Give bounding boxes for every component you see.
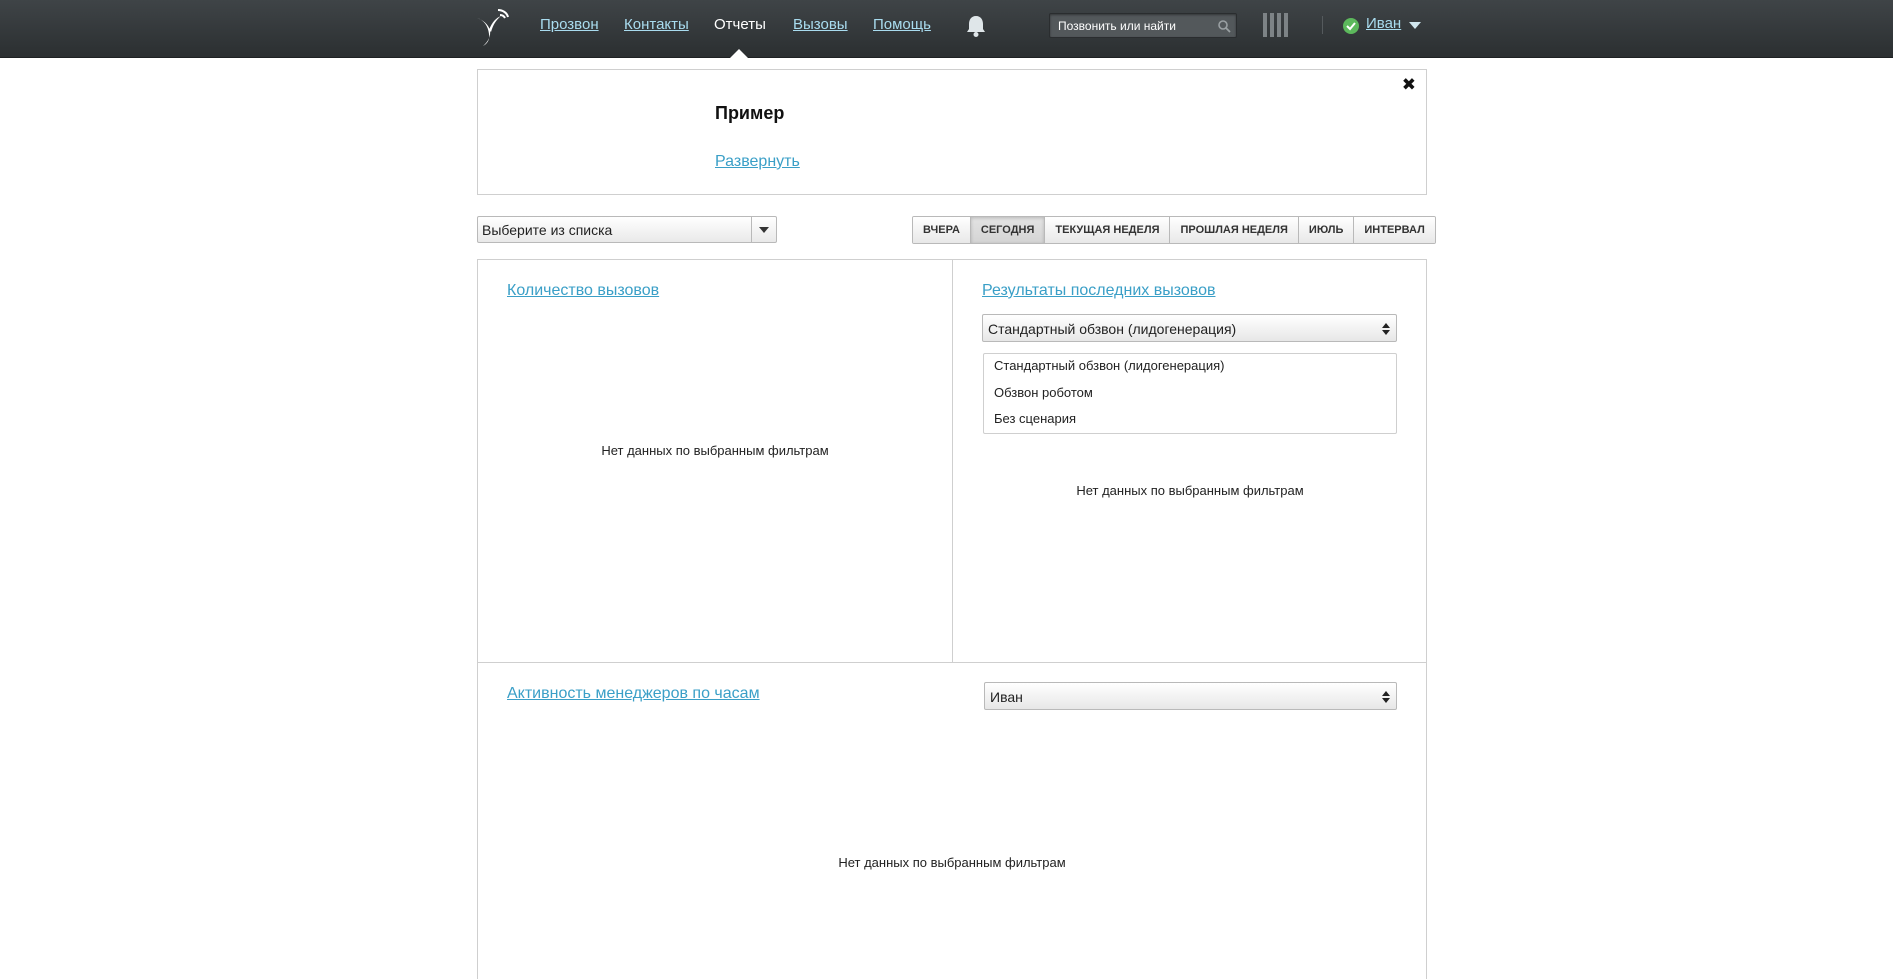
grid-horizontal-divider xyxy=(478,662,1426,663)
bird-logo-icon[interactable] xyxy=(474,6,512,46)
topbar-divider xyxy=(1322,16,1323,34)
scenario-options-list: Стандартный обзвон (лидогенерация) Обзво… xyxy=(983,353,1397,434)
recent-results-empty: Нет данных по выбранным фильтрам xyxy=(1076,483,1304,498)
list-item[interactable]: Обзвон роботом xyxy=(994,385,1093,400)
close-icon[interactable]: ✖ xyxy=(1402,76,1416,93)
bell-icon[interactable] xyxy=(965,14,987,38)
scenario-select-value: Стандартный обзвон (лидогенерация) xyxy=(988,321,1237,337)
example-title: Пример xyxy=(715,103,785,123)
bars-icon[interactable] xyxy=(1262,12,1290,38)
check-icon xyxy=(1343,18,1359,34)
report-select-value: Выберите из списка xyxy=(482,222,613,238)
nav-item-calls[interactable]: Вызовы xyxy=(793,16,848,33)
call-or-search-box xyxy=(1049,13,1237,38)
tab-today[interactable]: СЕГОДНЯ xyxy=(970,217,1046,243)
expand-link[interactable]: Развернуть xyxy=(715,153,800,171)
calls-count-title[interactable]: Количество вызовов xyxy=(507,282,659,300)
nav-item-help[interactable]: Помощь xyxy=(873,16,931,33)
user-menu-name[interactable]: Иван xyxy=(1366,15,1401,32)
nav-item-reports[interactable]: Отчеты xyxy=(714,16,766,33)
manager-select[interactable]: Иван xyxy=(984,682,1397,710)
nav-item-dialer[interactable]: Прозвон xyxy=(540,16,599,33)
tab-current-week[interactable]: ТЕКУЩАЯ НЕДЕЛЯ xyxy=(1045,217,1171,243)
list-item[interactable]: Стандартный обзвон (лидогенерация) xyxy=(994,358,1224,373)
period-tabs: ВЧЕРА СЕГОДНЯ ТЕКУЩАЯ НЕДЕЛЯ ПРОШЛАЯ НЕД… xyxy=(912,216,1436,244)
scenario-select[interactable]: Стандартный обзвон (лидогенерация) xyxy=(982,314,1397,342)
tab-july[interactable]: ИЮЛЬ xyxy=(1298,217,1355,243)
grid-vertical-divider xyxy=(952,260,953,662)
caret-down-icon[interactable] xyxy=(1409,22,1421,29)
tab-interval[interactable]: ИНТЕРВАЛ xyxy=(1354,217,1435,243)
active-nav-pointer xyxy=(729,49,749,59)
recent-results-title[interactable]: Результаты последних вызовов xyxy=(982,282,1215,300)
report-select[interactable]: Выберите из списка xyxy=(477,216,777,243)
nav-item-contacts[interactable]: Контакты xyxy=(624,16,689,33)
calls-count-empty: Нет данных по выбранным фильтрам xyxy=(601,443,829,458)
list-item[interactable]: Без сценария xyxy=(994,411,1076,426)
sort-arrows-icon xyxy=(1382,323,1390,335)
sort-arrows-icon xyxy=(1382,691,1390,703)
example-panel: Пример Развернуть ✖ xyxy=(477,69,1427,195)
tab-last-week[interactable]: ПРОШЛАЯ НЕДЕЛЯ xyxy=(1170,217,1299,243)
reports-grid: Количество вызовов Нет данных по выбранн… xyxy=(477,259,1427,979)
managers-activity-empty: Нет данных по выбранным фильтрам xyxy=(838,855,1066,870)
search-input[interactable] xyxy=(1056,17,1216,35)
top-navigation-bar: Прозвон Контакты Отчеты Вызовы Помощь Ив… xyxy=(0,0,1893,59)
chevron-down-icon[interactable] xyxy=(751,217,776,242)
tab-yesterday[interactable]: ВЧЕРА xyxy=(913,217,971,243)
manager-select-value: Иван xyxy=(990,689,1023,705)
managers-activity-title[interactable]: Активность менеджеров по часам xyxy=(507,685,760,703)
search-icon[interactable] xyxy=(1217,19,1231,33)
